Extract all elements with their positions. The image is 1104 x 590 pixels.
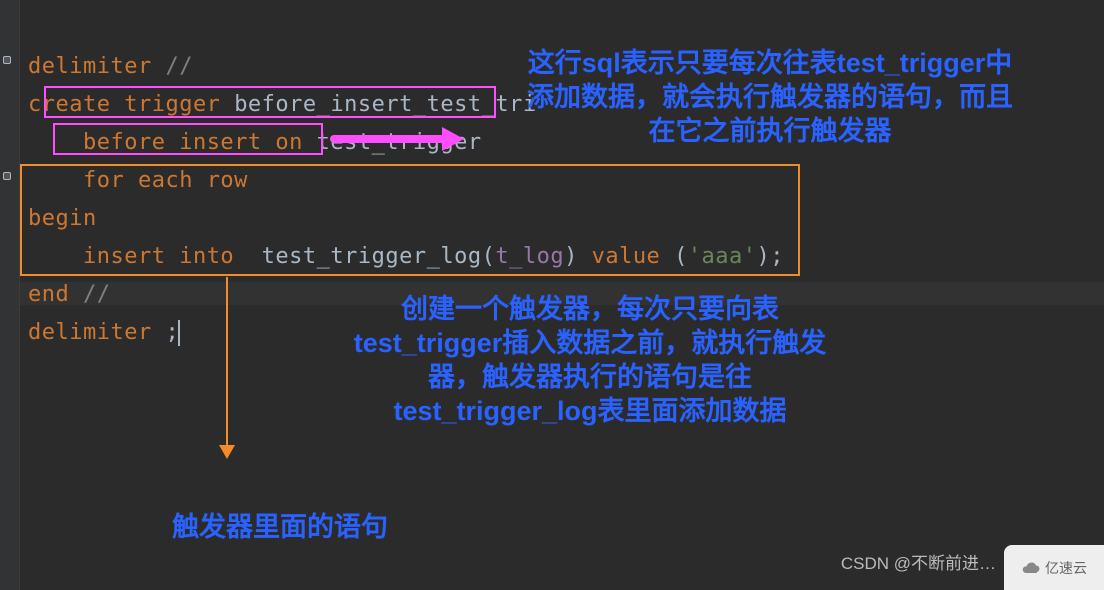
keyword: delimiter	[28, 320, 165, 345]
cloud-icon	[1021, 558, 1041, 578]
editor-gutter	[0, 0, 20, 590]
arrow-down-icon	[223, 277, 233, 462]
keyword: end	[28, 282, 83, 307]
highlight-box-for-each-row	[53, 123, 323, 155]
annotation-explain-create: 创建一个触发器，每次只要向表test_trigger插入数据之前，就执行触发器，…	[340, 292, 840, 428]
delimiter-symbol: //	[165, 54, 193, 79]
delimiter-symbol: //	[83, 282, 111, 307]
keyword: delimiter	[28, 54, 165, 79]
highlight-box-body	[20, 164, 800, 276]
annotation-explain-trigger: 这行sql表示只要每次往表test_trigger中添加数据，就会执行触发器的语…	[520, 46, 1020, 148]
watermark-csdn: CSDN @不断前进…	[841, 549, 996, 574]
arrow-right-icon	[330, 124, 470, 154]
watermark-yisu: 亿速云	[1004, 545, 1104, 590]
fold-icon[interactable]	[3, 56, 11, 64]
text-cursor	[178, 320, 180, 346]
annotation-explain-body: 触发器里面的语句	[130, 510, 430, 544]
highlight-box-before-insert	[44, 86, 496, 118]
fold-icon[interactable]	[3, 172, 11, 180]
